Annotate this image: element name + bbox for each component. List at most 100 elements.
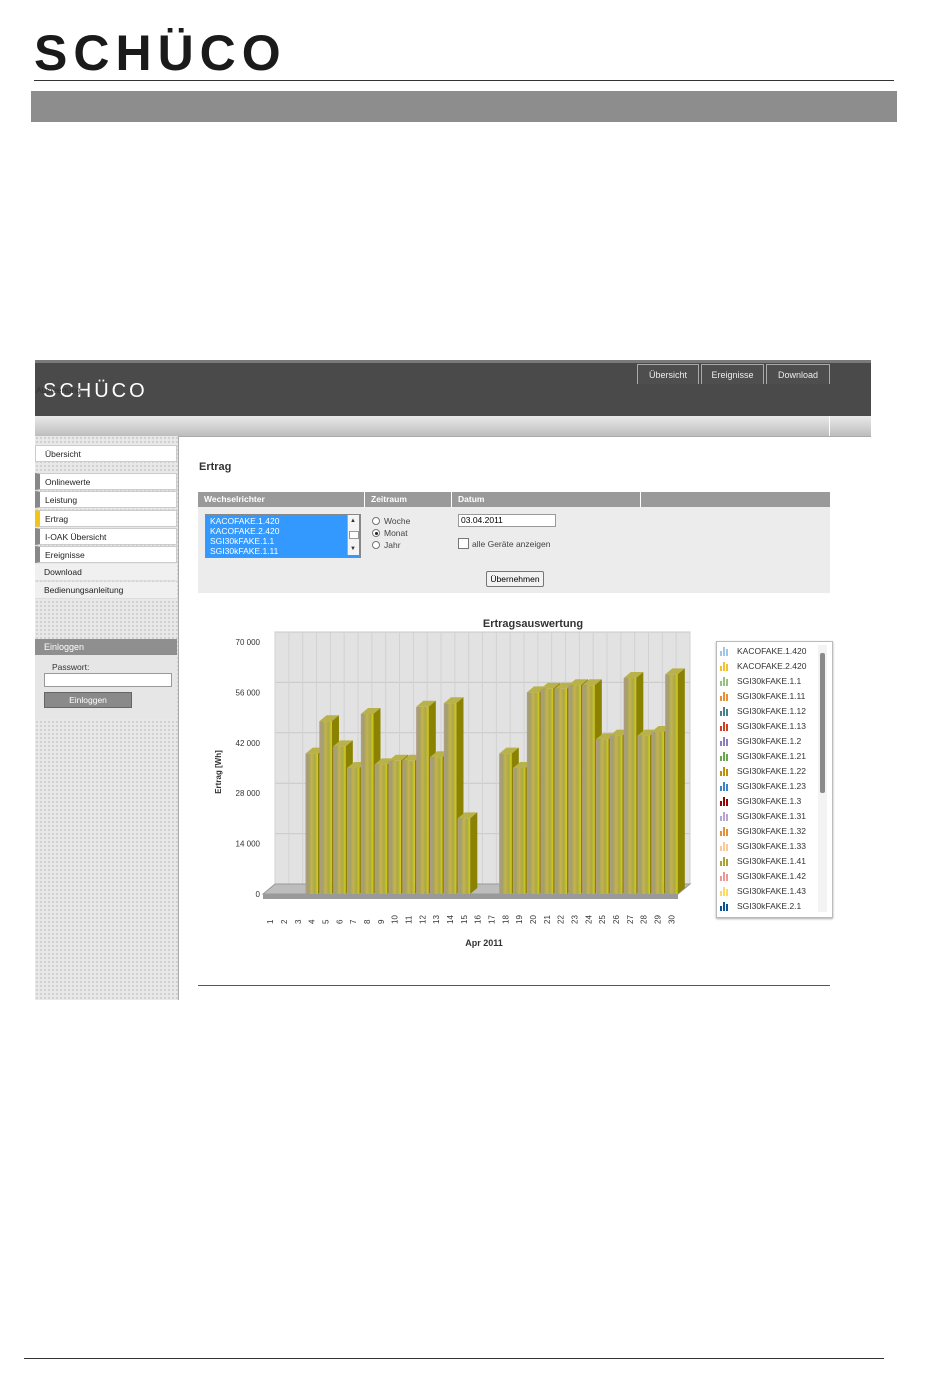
date-input[interactable]: 03.04.2011 [458,514,556,527]
sidebar-item-onlinewerte[interactable]: Onlinewerte [35,473,177,490]
x-tick-label: 30 [667,915,676,924]
x-tick-label: 17 [488,915,497,924]
x-tick-label: 9 [377,919,386,924]
radio-jahr[interactable] [372,541,380,549]
x-tick-label: 2 [280,919,289,924]
y-tick-label: 14 000 [236,840,261,849]
bar-chart-icon [720,857,729,866]
bar-chart-icon [720,767,729,776]
header-datum: Datum [452,492,641,507]
legend-label: SGI30kFAKE.1.41 [737,856,806,866]
legend-label: SGI30kFAKE.2.1 [737,901,802,911]
bar-chart-icon [720,662,729,671]
login-heading: Einloggen [35,639,177,655]
bar [360,714,374,894]
chart-title: Ertragsauswertung [483,618,583,630]
bar-chart-icon [720,872,729,881]
topnav-download[interactable]: Download [766,364,830,384]
schueco-document-logo: SCHÜCO [34,28,281,76]
bar [526,692,540,894]
x-tick-label: 27 [626,915,635,924]
bar [374,764,388,894]
legend-label: SGI30kFAKE.1.3 [737,796,802,806]
bar-chart-icon [720,707,729,716]
bar [402,760,415,894]
content-bottom-rule [198,985,830,986]
header-rule [34,80,894,81]
apply-button[interactable]: Übernehmen [486,571,544,587]
yield-chart: Ertragsauswertung Ertrag [Wh] Apr 2011 7… [214,618,692,948]
show-all-label: alle Geräte anzeigen [472,539,551,549]
x-tick-label: 8 [363,919,372,924]
scroll-thumb[interactable] [349,531,359,539]
x-tick-label: 15 [460,915,469,924]
listbox-scrollbar[interactable]: ▲ ▼ [347,515,359,555]
scroll-down-icon[interactable]: ▼ [350,546,356,552]
x-axis-label: Apr 2011 [465,938,503,948]
sidebar-item-download[interactable]: Download [35,564,177,581]
header-band [31,91,897,122]
x-tick-label: 23 [571,915,580,924]
chart-legend: KACOFAKE.1.420 KACOFAKE.2.420 SGI30kFAKE.1… [716,641,833,918]
sidebar-item-ioak-uebersicht[interactable]: I-OAK Übersicht [35,528,177,545]
bar-chart-icon [720,842,729,851]
header-wechselrichter: Wechselrichter [198,492,365,507]
x-tick-label: 24 [584,915,593,924]
x-tick-label: 5 [322,919,331,924]
sidebar-item-uebersicht[interactable]: Übersicht [35,445,177,462]
header-zeitraum: Zeitraum [365,492,452,507]
bar [554,688,567,894]
sidebar-item-leistung[interactable]: Leistung [35,491,177,508]
x-tick-label: 19 [515,915,524,924]
x-tick-label: 26 [612,915,621,924]
bar [333,746,346,894]
topnav-uebersicht[interactable]: Übersicht [637,364,699,384]
list-item[interactable]: SGI30kFAKE.1.11 [210,546,278,556]
sub-toolbar [35,416,871,437]
bar-chart-icon [720,677,729,686]
list-item[interactable]: KACOFAKE.2.420 [210,526,279,536]
toolbar-separator [829,416,830,436]
x-tick-label: 3 [294,919,303,924]
password-label: Passwort: [52,662,90,672]
x-tick-label: 22 [557,915,566,924]
password-input[interactable] [44,673,172,687]
login-button[interactable]: Einloggen [44,692,132,708]
legend-scroll-thumb[interactable] [820,653,825,793]
bar [582,685,595,894]
bar [651,732,664,894]
bar [513,768,526,894]
list-item[interactable]: SGI30kFAKE.1.1 [210,536,274,546]
scroll-up-icon[interactable]: ▲ [350,518,356,524]
bar-chart-icon [720,782,729,791]
x-tick-label: 13 [432,915,441,924]
footer-rule [24,1358,884,1359]
bar [319,721,332,894]
bar [596,739,609,894]
legend-label: SGI30kFAKE.1.22 [737,766,806,776]
bar [665,674,678,894]
bar-side [470,812,478,894]
bar [388,760,401,894]
sidebar-item-ertrag[interactable]: Ertrag [35,510,177,527]
bar-chart-icon [720,752,729,761]
inverter-listbox[interactable]: KACOFAKE.1.420 KACOFAKE.2.420 SGI30kFAKE… [205,514,361,558]
list-item[interactable]: KACOFAKE.1.420 [210,516,279,526]
x-tick-label: 14 [446,915,455,924]
x-tick-label: 6 [335,919,344,924]
radio-monat[interactable] [372,529,380,537]
bar [457,818,471,894]
x-tick-label: 4 [308,919,317,924]
sidebar-item-ereignisse[interactable]: Ereignisse [35,546,177,563]
radio-woche[interactable] [372,517,380,525]
x-tick-label: 11 [405,915,414,924]
x-tick-label: 25 [598,915,607,924]
bar-chart-icon [720,722,729,731]
legend-label: SGI30kFAKE.1.23 [737,781,806,791]
sidebar-group-label: Auswertung [36,385,81,395]
topnav-ereignisse[interactable]: Ereignisse [701,364,764,384]
legend-label: SGI30kFAKE.1.2 [737,736,802,746]
show-all-checkbox[interactable] [458,538,469,549]
x-tick-label: 12 [418,915,427,924]
sidebar-item-bedienungsanleitung[interactable]: Bedienungsanleitung [35,582,177,599]
